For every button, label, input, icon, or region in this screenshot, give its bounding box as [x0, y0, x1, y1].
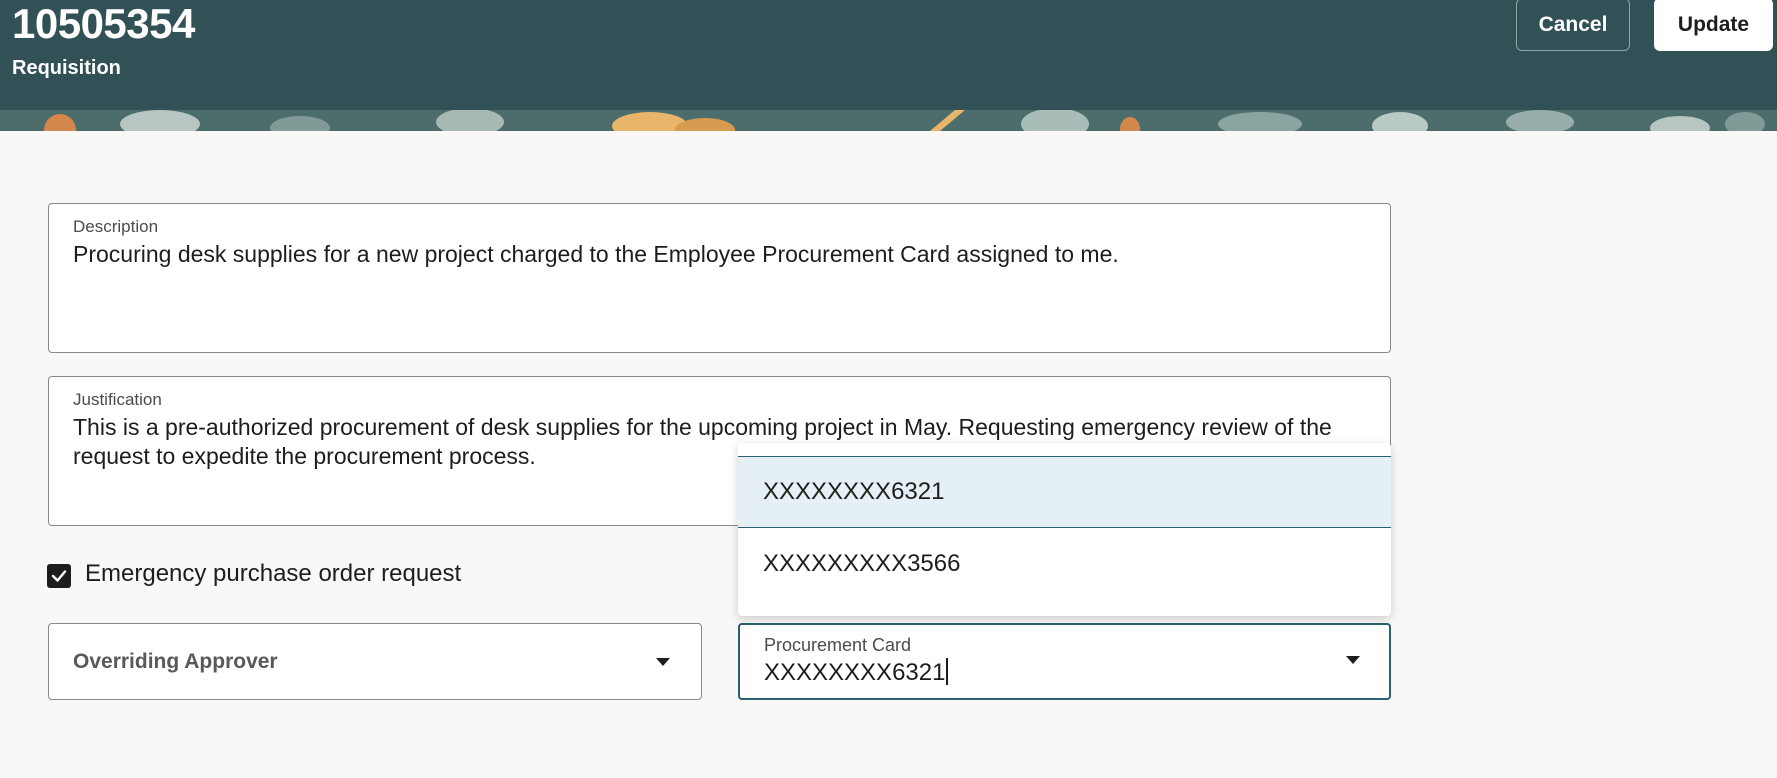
justification-label: Justification — [73, 390, 162, 409]
description-field[interactable]: Description Procuring desk supplies for … — [48, 203, 1391, 353]
page-header: 10505354 Requisition Cancel Update — [0, 0, 1777, 131]
cancel-button[interactable]: Cancel — [1516, 0, 1630, 51]
emergency-checkbox-label[interactable]: Emergency purchase order request — [85, 560, 461, 588]
checkmark-icon — [51, 570, 67, 582]
procurement-card-select[interactable]: Procurement Card XXXXXXXX6321 — [738, 623, 1391, 700]
dropdown-option[interactable]: XXXXXXXX6321 — [738, 456, 1391, 528]
procurement-card-dropdown: XXXXXXXX6321 XXXXXXXXX3566 — [738, 443, 1391, 616]
procurement-card-value: XXXXXXXX6321 — [764, 659, 946, 686]
procurement-card-input[interactable]: XXXXXXXX6321 — [764, 658, 949, 687]
chevron-down-icon[interactable] — [1346, 656, 1360, 664]
description-value: Procuring desk supplies for a new projec… — [73, 241, 1119, 267]
description-label: Description — [73, 217, 159, 236]
header-decorative-pattern — [0, 110, 1777, 131]
update-button[interactable]: Update — [1654, 0, 1773, 51]
page-subtitle: Requisition — [12, 57, 121, 79]
overriding-approver-placeholder: Overriding Approver — [73, 650, 278, 673]
text-cursor — [946, 658, 949, 685]
procurement-card-label: Procurement Card — [764, 635, 912, 655]
dropdown-option[interactable]: XXXXXXXXX3566 — [738, 528, 1391, 600]
page-title: 10505354 — [12, 0, 195, 47]
emergency-checkbox[interactable] — [47, 564, 71, 588]
overriding-approver-select[interactable]: Overriding Approver — [48, 623, 702, 700]
chevron-down-icon[interactable] — [656, 658, 670, 666]
